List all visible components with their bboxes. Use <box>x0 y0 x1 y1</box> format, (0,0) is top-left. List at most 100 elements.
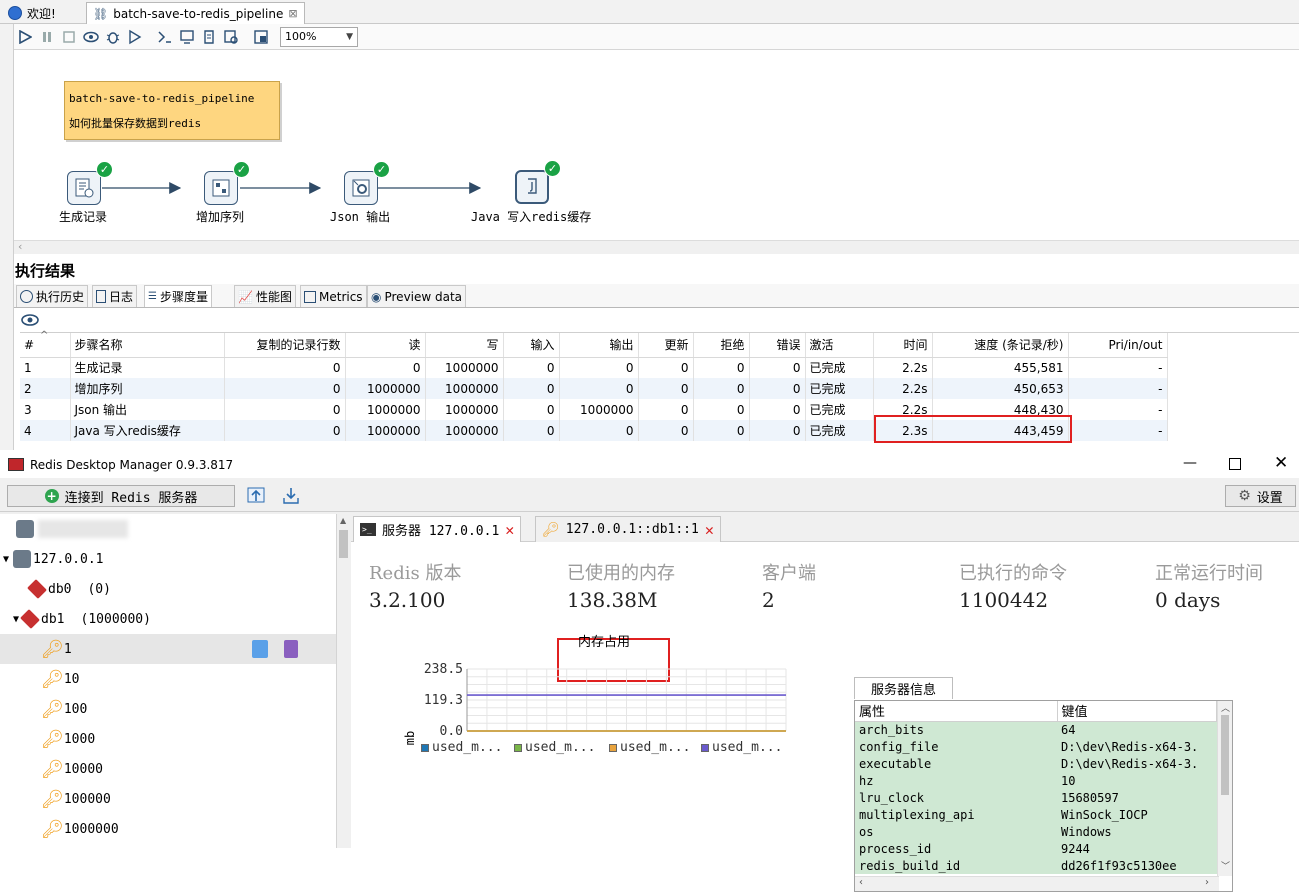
col-property[interactable]: 属性 <box>855 701 1058 722</box>
debug-icon[interactable] <box>102 26 124 48</box>
info-vertical-scrollbar[interactable]: ︿ ﹀ <box>1217 701 1232 876</box>
connect-button[interactable]: + 连接到 Redis 服务器 <box>7 485 235 507</box>
legend-item[interactable]: used_m... <box>701 740 782 755</box>
tree-key-item[interactable]: 🔑︎ 1 <box>0 634 336 664</box>
step-java-redis[interactable]: ✓ <box>515 160 561 206</box>
sql-icon[interactable] <box>198 26 220 48</box>
trash-icon[interactable] <box>284 640 298 658</box>
step-json-output[interactable]: ✓ <box>344 161 390 207</box>
step-add-sequence[interactable]: ✓ <box>204 161 250 207</box>
col-updated[interactable]: 更新 <box>638 333 694 358</box>
col-written[interactable]: 写 <box>425 333 504 358</box>
tab-pipeline[interactable]: ⛓ batch-save-to-redis_pipeline ⊠ <box>86 2 305 24</box>
preview-icon[interactable] <box>80 26 102 48</box>
info-row[interactable]: config_file D:\dev\Redis-x64-3. <box>855 738 1217 755</box>
info-row[interactable]: arch_bits 64 <box>855 721 1217 738</box>
chevron-right-icon[interactable]: › <box>1205 877 1209 888</box>
col-speed[interactable]: 速度 (条记录/秒) <box>932 333 1069 358</box>
legend-item[interactable]: used_m... <box>514 740 595 755</box>
explore-db-icon[interactable] <box>220 26 242 48</box>
tree-item-hidden-server[interactable] <box>0 514 336 544</box>
col-read[interactable]: 读 <box>345 333 426 358</box>
close-tab-icon[interactable]: ✕ <box>505 521 514 539</box>
tree-key-item[interactable]: 🔑︎ 10 <box>0 664 336 694</box>
col-rejected[interactable]: 拒绝 <box>693 333 750 358</box>
info-row[interactable]: redis_build_id dd26f1f93c5130ee <box>855 857 1217 874</box>
col-step-name[interactable]: 步骤名称 <box>70 333 225 358</box>
tab-log[interactable]: 日志 <box>92 285 138 307</box>
tab-preview[interactable]: ◉ Preview data <box>367 285 467 307</box>
close-icon[interactable]: ⊠ <box>288 7 297 20</box>
chevron-up-icon[interactable]: ▲ <box>340 516 346 525</box>
col-input[interactable]: 输入 <box>503 333 560 358</box>
step-generate-records[interactable]: ✓ <box>67 161 113 207</box>
settings-button[interactable]: ⚙ 设置 <box>1225 485 1296 507</box>
chevron-left-icon[interactable]: ‹ <box>859 877 863 888</box>
legend-item[interactable]: used_m... <box>609 740 690 755</box>
tab-metrics[interactable]: Metrics <box>300 285 367 307</box>
col-copies[interactable]: 复制的记录行数 <box>224 333 346 358</box>
tab-server[interactable]: >_ 服务器 127.0.0.1 ✕ <box>353 516 522 542</box>
info-row[interactable]: process_id 9244 <box>855 840 1217 857</box>
tab-step-metrics[interactable]: ☰ 步骤度量 <box>144 285 212 307</box>
chevron-up-icon[interactable]: ︿ <box>1221 701 1230 714</box>
tree-key-item[interactable]: 🔑︎ 100 <box>0 694 336 724</box>
col-value[interactable]: 键值 <box>1057 701 1217 722</box>
info-row[interactable]: os Windows <box>855 823 1217 840</box>
tree-item-db1[interactable]: ▼ db1 (1000000) <box>0 604 336 634</box>
close-icon[interactable]: ✕ <box>1274 453 1288 473</box>
export-icon[interactable] <box>281 486 301 506</box>
import-icon[interactable] <box>246 486 266 506</box>
tree-key-item[interactable]: 🔑︎ 10000 <box>0 754 336 784</box>
tab-performance[interactable]: 📈 性能图 <box>234 285 296 307</box>
info-horizontal-scrollbar[interactable]: ‹ › <box>855 876 1219 891</box>
pause-icon[interactable] <box>36 26 58 48</box>
tree-item-db0[interactable]: db0 (0) <box>0 574 336 604</box>
pipeline-canvas[interactable]: batch-save-to-redis_pipeline 如何批量保存数据到re… <box>14 51 1299 239</box>
col-active[interactable]: 激活 <box>805 333 874 358</box>
minimize-icon[interactable]: — <box>1183 455 1197 471</box>
tab-history[interactable]: 执行历史 <box>16 285 89 307</box>
table-row[interactable]: 1 生成记录 0 0 1000000 0 0 0 0 0 已完成 2.2s 455,581- <box>20 357 1168 378</box>
maximize-icon[interactable] <box>1229 458 1241 470</box>
replay-icon[interactable] <box>124 26 146 48</box>
info-row[interactable]: hz 10 <box>855 772 1217 789</box>
show-results-icon[interactable] <box>250 26 272 48</box>
eye-icon[interactable] <box>21 313 39 327</box>
scroll-thumb[interactable] <box>1221 715 1229 795</box>
cell-index: 2 <box>20 378 71 399</box>
col-time[interactable]: 时间 <box>873 333 933 358</box>
run-icon[interactable] <box>14 26 36 48</box>
col-output[interactable]: 输出 <box>559 333 639 358</box>
stat-uptime-value: 0 days <box>1155 588 1221 612</box>
info-row[interactable]: lru_clock 15680597 <box>855 789 1217 806</box>
table-row[interactable]: 2 增加序列 0 1000000 1000000 0 0 0 0 0 已完成 2.2s 450,653- <box>20 378 1168 399</box>
copy-key-icon[interactable] <box>252 640 268 658</box>
close-tab-icon[interactable]: ✕ <box>705 521 714 539</box>
verify-icon[interactable] <box>154 26 176 48</box>
col-errors[interactable]: 错误 <box>749 333 806 358</box>
tree-scrollbar[interactable]: ▲ <box>336 514 350 848</box>
col-pri-in-out[interactable]: Pri/in/out <box>1068 333 1168 358</box>
info-row[interactable]: executable D:\dev\Redis-x64-3. <box>855 755 1217 772</box>
info-row[interactable]: multiplexing_api WinSock_IOCP <box>855 806 1217 823</box>
tab-welcome[interactable]: 欢迎! <box>2 2 62 24</box>
server-info-tab[interactable]: 服务器信息 <box>854 677 953 699</box>
tree-key-item[interactable]: 🔑︎ 1000 <box>0 724 336 754</box>
legend-item[interactable]: used_m... <box>421 740 502 755</box>
zoom-select[interactable]: 100% ▼ <box>280 26 358 47</box>
expanded-arrow-icon[interactable]: ▼ <box>3 554 9 565</box>
tree-key-item[interactable]: 🔑︎ 100000 <box>0 784 336 814</box>
stop-icon[interactable] <box>58 26 80 48</box>
expanded-arrow-icon[interactable]: ▼ <box>13 614 19 625</box>
blurred-label <box>38 520 128 538</box>
canvas-scrollbar[interactable]: ‹ <box>14 240 1299 254</box>
scroll-thumb[interactable] <box>339 530 348 558</box>
tab-key[interactable]: 🔑︎ 127.0.0.1::db1::1 ✕ <box>535 516 721 542</box>
tree-key-item[interactable]: 🔑︎ 1000000 <box>0 814 336 844</box>
tree-item-server[interactable]: ▼ 127.0.0.1 <box>0 544 336 574</box>
chevron-left-icon[interactable]: ‹ <box>18 240 22 253</box>
impact-icon[interactable] <box>176 26 198 48</box>
chevron-down-icon[interactable]: ﹀ <box>1221 859 1230 872</box>
step-label-java: Java 写入redis缓存 <box>471 210 592 224</box>
